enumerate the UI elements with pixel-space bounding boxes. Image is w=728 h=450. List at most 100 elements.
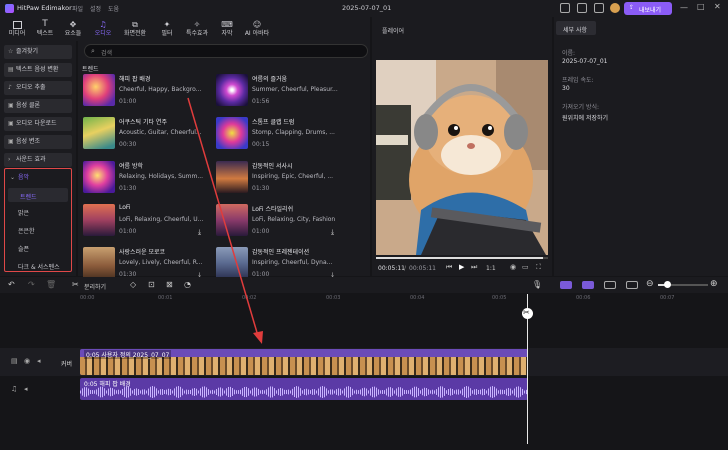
export-label: 내보내기 (639, 7, 662, 14)
video-clip[interactable]: 0:05 사용자 정의 2025_07_07 (80, 349, 528, 375)
zoom-slider[interactable] (658, 281, 708, 288)
quality-icon[interactable]: ▭ (522, 263, 529, 271)
player-progress-track[interactable] (376, 257, 548, 259)
tab-elements[interactable]: ✥ 요소들 (60, 17, 86, 41)
tab-ai-avatar[interactable]: ☺ AI 아바타 (240, 17, 274, 41)
sidebar-item-tts[interactable]: ▤ 텍스트 음성 변환 (4, 63, 72, 77)
speaker-icon[interactable]: ◂ (37, 357, 41, 365)
tab-details[interactable]: 세부 사항 (556, 21, 596, 35)
list-item[interactable]: 사랑스러운 모로코 Lovely, Lively, Cheerful, R...… (83, 247, 208, 281)
tab-transition[interactable]: ⧉ 화면전환 (120, 17, 150, 41)
sidebar-item-audio-download[interactable]: ▣ 오디오 다운로드 (4, 117, 72, 131)
feedback-icon[interactable] (577, 3, 587, 13)
download-icon[interactable]: ⤓ (198, 228, 206, 236)
list-item[interactable]: 스톰프 클랩 드럼 Stomp, Clapping, Drums, ... 00… (216, 117, 341, 151)
track-thumbnail (216, 74, 248, 106)
next-frame-icon[interactable]: ⏭ (471, 263, 477, 272)
list-item[interactable]: 감동적인 서사시 Inspiring, Epic, Cheerful, ... … (216, 161, 341, 195)
fit-icon[interactable] (626, 281, 638, 289)
music-sub-calm[interactable]: 은은한 (18, 226, 35, 235)
tab-text[interactable]: T 텍스트 (32, 17, 58, 41)
sidebar-item-voice-changer[interactable]: ▣ 음성 변조 (4, 135, 72, 149)
elements-icon: ✥ (69, 20, 77, 29)
crop-icon[interactable]: ⊠ (166, 280, 173, 289)
download-icon[interactable]: ⤓ (331, 228, 339, 236)
menu-settings[interactable]: 설정 (90, 4, 101, 13)
menu-file[interactable]: 파일 (72, 4, 83, 13)
gift-icon[interactable] (594, 3, 604, 13)
track-thumbnail (83, 117, 115, 149)
sidebar-item-extract-audio[interactable]: ♪ 오디오 추출 (4, 81, 72, 95)
split-label[interactable]: 분리하기 (84, 282, 106, 291)
fullscreen-icon[interactable]: ⛶ (536, 263, 541, 272)
prev-frame-icon[interactable]: ⏮ (446, 263, 452, 272)
maximize-icon[interactable]: □ (697, 2, 705, 11)
layout-icon[interactable] (560, 3, 570, 13)
close-icon[interactable]: ✕ (714, 2, 721, 11)
marker-icon[interactable]: ◇ (130, 280, 136, 289)
tab-media[interactable]: 미디어 (4, 17, 30, 41)
sidebar-item-favorites[interactable]: ☆ 즐겨찾기 (4, 45, 72, 59)
text-tool-icon[interactable]: ⊡ (148, 280, 155, 289)
play-icon[interactable]: ▶ (459, 263, 464, 271)
music-sub-bright[interactable]: 밝은 (18, 208, 29, 217)
sidebar-item-label: 오디오 다운로드 (16, 120, 57, 127)
track-tags: LoFi, Relaxing, Cheerful, U... (119, 216, 204, 223)
tab-effects[interactable]: ✧ 특수효과 (182, 17, 212, 41)
timeline-ruler: 00:00 00:01 00:02 00:03 00:04 00:05 00:0… (78, 294, 728, 306)
list-item[interactable]: LoFi LoFi, Relaxing, Cheerful, U... 01:0… (83, 204, 208, 238)
list-item[interactable]: 해피 팝 배경 Cheerful, Happy, Backgro... 01:0… (83, 74, 208, 108)
track-duration: 01:00 (119, 98, 137, 105)
mic-icon[interactable]: 🎙 (532, 280, 542, 289)
media-icon (12, 21, 22, 29)
list-item[interactable]: 어쿠스틱 기타 연주 Acoustic, Guitar, Cheerful...… (83, 117, 208, 151)
tab-filter[interactable]: ✦ 필터 (154, 17, 180, 41)
eye-icon[interactable]: ◉ (24, 357, 30, 365)
audio-clip-label: 0:05 해피 팝 배경 (84, 381, 131, 388)
track-title: 여름의 즐거움 (252, 76, 288, 83)
scissors-icon[interactable]: ✂ (72, 280, 79, 289)
snapshot-icon[interactable]: ◉ (510, 263, 516, 271)
avatar[interactable] (610, 3, 620, 13)
list-item[interactable]: 여름의 즐거움 Summer, Cheerful, Pleasur... 01:… (216, 74, 341, 108)
delete-icon[interactable]: 🗑 (46, 280, 56, 289)
ruler-label: 00:05 (492, 295, 507, 301)
tab-subtitle[interactable]: ⌨ 자막 (214, 17, 240, 41)
ripple-icon[interactable] (604, 281, 616, 289)
zoom-out-icon[interactable]: ⊖ (646, 279, 654, 289)
video-preview[interactable] (376, 60, 548, 255)
cover-label[interactable]: 커버 (61, 359, 72, 368)
playhead-scissors-icon[interactable]: ✂ (522, 308, 533, 319)
music-note-icon: ♫ (11, 385, 18, 393)
snap-toggle-icon[interactable] (582, 281, 594, 289)
zoom-in-icon[interactable]: ⊕ (710, 279, 718, 289)
audio-clip[interactable]: 0:05 해피 팝 배경 (80, 378, 528, 400)
sidebar-item-sound-effects[interactable]: › 사운드 효과 (4, 153, 72, 167)
track-tags: Acoustic, Guitar, Cheerful... (119, 129, 202, 136)
zoom-slider-handle[interactable] (664, 281, 671, 288)
music-sub-dark[interactable]: 다크 & 서스펜스 (18, 262, 60, 271)
list-item[interactable]: 감동적인 프레젠테이션 Inspiring, Cheerful, Dyna...… (216, 247, 341, 281)
list-item[interactable]: 여름 방학 Relaxing, Holidays, Summ... 01:30 (83, 161, 208, 195)
track-duration: 01:30 (252, 185, 270, 192)
redo-icon[interactable]: ↷ (28, 280, 35, 289)
sidebar-item-music[interactable]: ⌄ 음악 (6, 171, 70, 185)
tab-subtitle-label: 자막 (221, 30, 233, 37)
export-button[interactable]: ⇪ 내보내기 (624, 2, 672, 15)
track-settings-icon[interactable]: ▤ (11, 357, 18, 365)
undo-icon[interactable]: ↶ (8, 280, 15, 289)
audio-mute-icon[interactable]: ◂ (24, 385, 28, 393)
speed-select[interactable]: 1:1 (486, 265, 496, 272)
minimize-icon[interactable]: — (680, 3, 688, 12)
audio-icon: ♫ (99, 20, 107, 29)
menu-help[interactable]: 도움 (108, 4, 119, 13)
list-item[interactable]: LoFi 스타일리쉬 LoFi, Relaxing, City, Fashion… (216, 204, 341, 238)
sidebar-item-voice-clone[interactable]: ▣ 음성 클론 (4, 99, 72, 113)
link-toggle-icon[interactable] (560, 281, 572, 289)
music-sub-sad[interactable]: 슬픈 (18, 244, 29, 253)
search-input[interactable]: ⌕ 검색 (84, 44, 368, 58)
tab-audio[interactable]: ♫ 오디오 (90, 17, 116, 41)
music-sub-trend[interactable]: 트렌드 (8, 188, 68, 202)
speed-icon[interactable]: ◔ (184, 280, 191, 289)
audio-sidebar: ☆ 즐겨찾기 ▤ 텍스트 음성 변환 ♪ 오디오 추출 ▣ 음성 클론 ▣ 오디오 다운로… (0, 41, 76, 276)
